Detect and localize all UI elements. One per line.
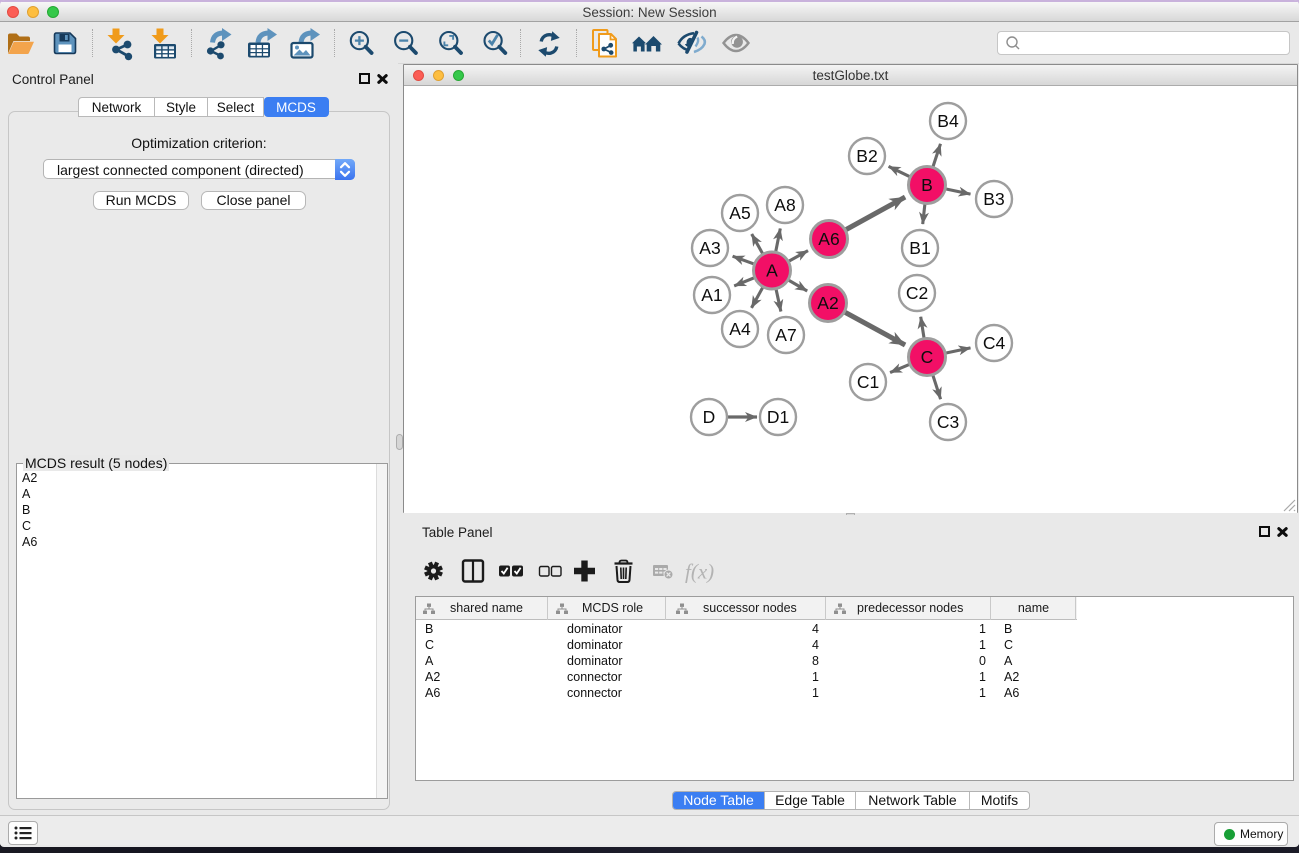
svg-text:A2: A2 — [817, 293, 838, 313]
svg-text:A8: A8 — [774, 195, 795, 215]
svg-text:C1: C1 — [857, 372, 879, 392]
svg-text:A3: A3 — [699, 238, 720, 258]
svg-text:B3: B3 — [983, 189, 1004, 209]
svg-text:f(x): f(x) — [685, 560, 714, 584]
svg-text:A7: A7 — [775, 325, 796, 345]
svg-text:C4: C4 — [983, 333, 1006, 353]
svg-text:B: B — [921, 175, 933, 195]
svg-text:C2: C2 — [906, 283, 928, 303]
svg-text:A6: A6 — [818, 229, 839, 249]
svg-text:B4: B4 — [937, 111, 959, 131]
svg-text:C: C — [921, 347, 934, 367]
svg-text:D1: D1 — [767, 407, 789, 427]
svg-text:A5: A5 — [729, 203, 750, 223]
svg-text:B2: B2 — [856, 146, 877, 166]
svg-text:A4: A4 — [729, 319, 751, 339]
svg-text:D: D — [703, 407, 716, 427]
svg-text:A: A — [766, 261, 778, 281]
svg-text:B1: B1 — [909, 238, 930, 258]
svg-text:C3: C3 — [937, 412, 959, 432]
svg-text:A1: A1 — [701, 285, 722, 305]
